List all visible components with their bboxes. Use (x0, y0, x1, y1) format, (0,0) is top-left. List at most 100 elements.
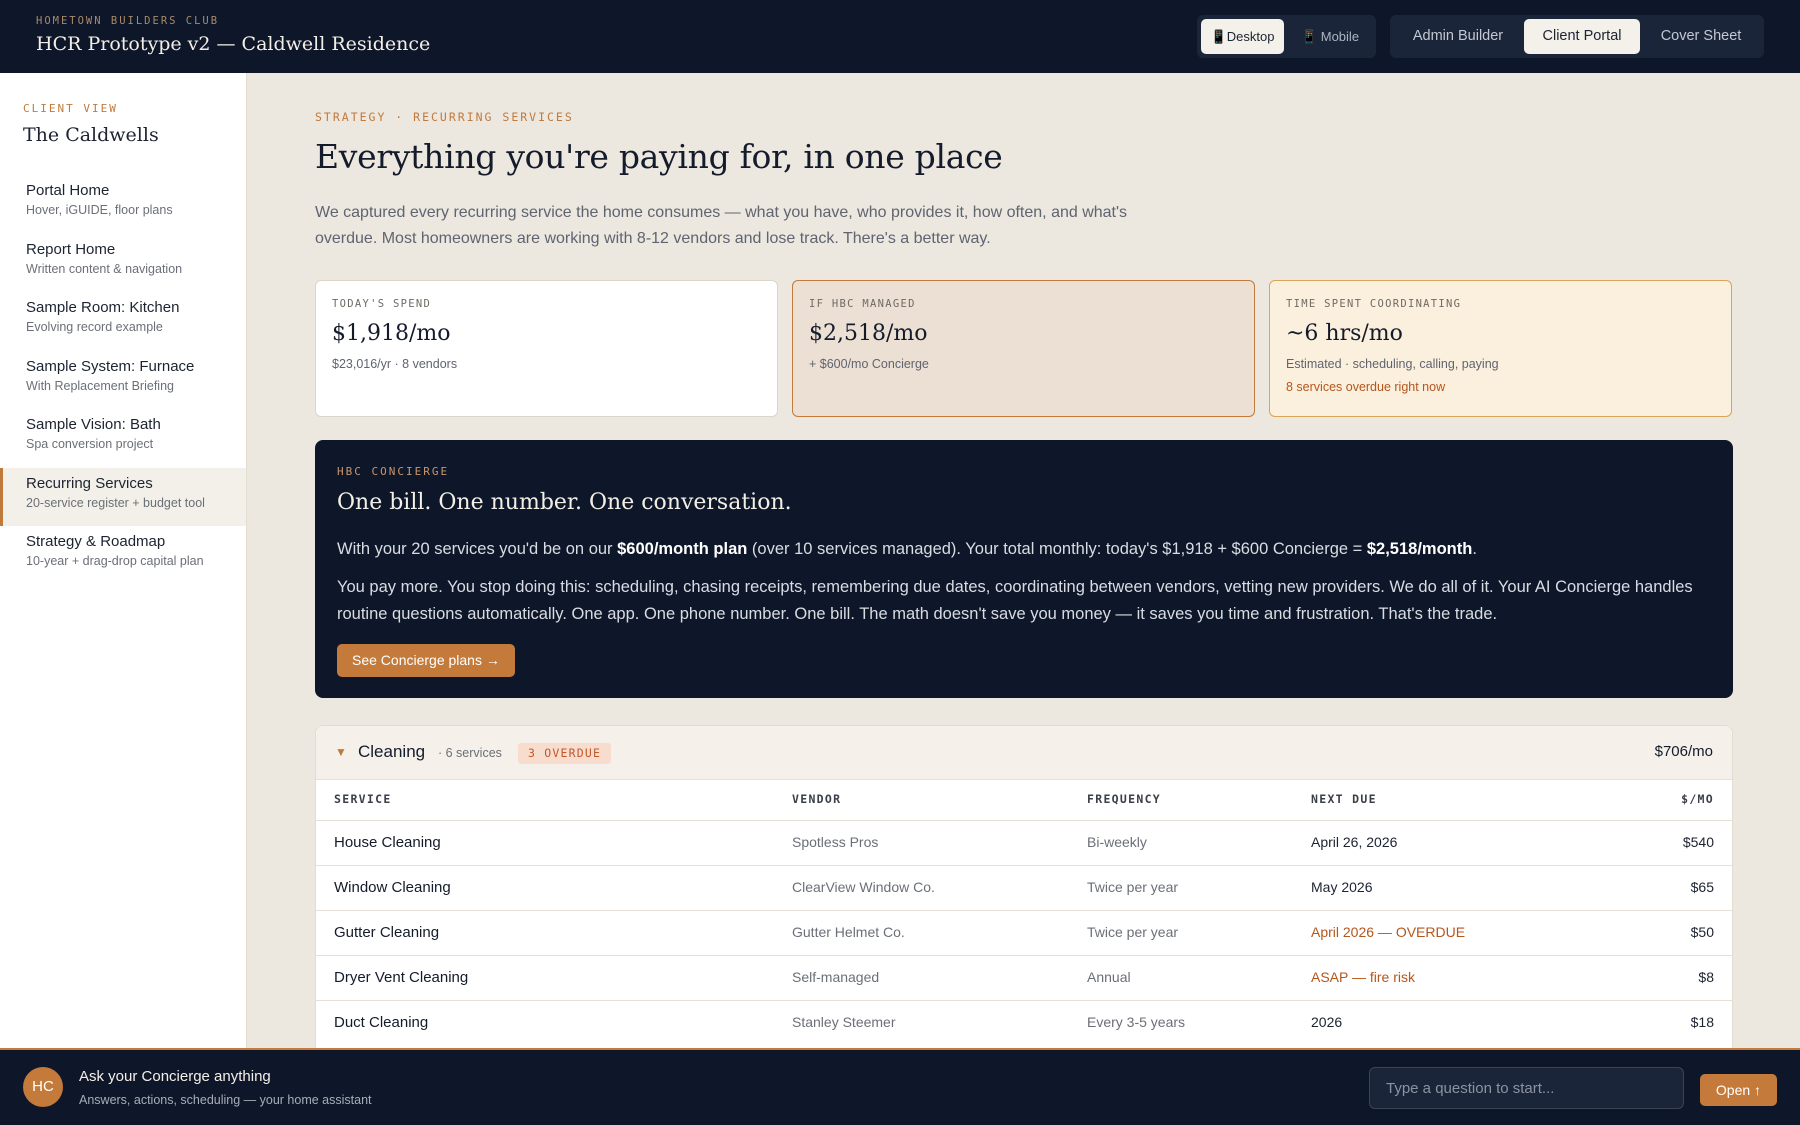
concierge-bar-title: Ask your Concierge anything (79, 1068, 271, 1085)
plan-price: $600/month plan (617, 540, 748, 558)
plan-total: $2,518/month (1366, 540, 1473, 558)
brand-kicker: HOMETOWN BUILDERS CLUB (36, 15, 220, 27)
monthly-cost: $50 (1690, 924, 1714, 940)
service-name: Window Cleaning (334, 879, 451, 896)
sidebar: CLIENT VIEW The Caldwells Portal Home Ho… (0, 73, 247, 1048)
plan-text-e: . (1472, 540, 1477, 558)
sidebar-item-sub: 10-year + drag-drop capital plan (26, 554, 204, 568)
device-toggle: 📱Desktop 📱 Mobile (1197, 15, 1376, 58)
sidebar-item-label: Recurring Services (26, 474, 153, 492)
overdue-alert: 8 services overdue right now (1286, 380, 1446, 394)
column-header-next-due: NEXT DUE (1311, 792, 1377, 806)
category-name: Cleaning (358, 742, 426, 761)
concierge-panel: HBC CONCIERGE One bill. One number. One … (315, 440, 1733, 698)
open-concierge-button[interactable]: Open ↑ (1700, 1074, 1777, 1106)
concierge-question-input[interactable] (1369, 1067, 1684, 1109)
sidebar-item-label: Strategy & Roadmap (26, 533, 166, 550)
concierge-title: One bill. One number. One conversation. (337, 490, 792, 515)
sidebar-item-recurring-services[interactable]: Recurring Services 20-service register +… (0, 467, 246, 526)
concierge-bar: HC Ask your Concierge anything Answers, … (0, 1048, 1800, 1125)
card-value: $1,918/mo (332, 321, 451, 346)
card-kicker: IF HBC MANAGED (809, 298, 916, 310)
column-header-service: SERVICE (334, 792, 392, 806)
vendor-name: Gutter Helmet Co. (792, 924, 905, 940)
tab-admin-builder[interactable]: Admin Builder (1394, 19, 1522, 54)
sidebar-item-sub: Hover, iGUIDE, floor plans (26, 203, 173, 217)
frequency: Twice per year (1087, 924, 1179, 940)
category-total: $706/mo (1654, 743, 1713, 760)
vendor-name: Stanley Steemer (792, 1014, 896, 1030)
table-row[interactable]: Dryer Vent Cleaning Self-managed Annual … (316, 955, 1732, 1000)
sidebar-item-report-home[interactable]: Report Home Written content & navigation (0, 234, 246, 293)
see-concierge-plans-button[interactable]: See Concierge plans → (337, 644, 515, 677)
card-value: $2,518/mo (809, 321, 928, 346)
table-row[interactable]: Gutter Cleaning Gutter Helmet Co. Twice … (316, 910, 1732, 955)
service-name: Dryer Vent Cleaning (334, 969, 469, 986)
service-name: Gutter Cleaning (334, 924, 440, 941)
desktop-view-button[interactable]: 📱Desktop (1201, 19, 1284, 54)
client-name: The Caldwells (23, 124, 159, 146)
monthly-cost: $8 (1698, 969, 1714, 985)
sidebar-item-sample-vision-bath[interactable]: Sample Vision: Bath Spa conversion proje… (0, 409, 246, 468)
frequency: Annual (1087, 969, 1131, 985)
service-name: House Cleaning (334, 834, 441, 851)
monthly-cost: $18 (1690, 1014, 1714, 1030)
vendor-name: Spotless Pros (792, 834, 879, 850)
sidebar-item-sample-room-kitchen[interactable]: Sample Room: Kitchen Evolving record exa… (0, 292, 246, 351)
sidebar-kicker: CLIENT VIEW (23, 102, 118, 115)
sidebar-item-sub: With Replacement Briefing (26, 378, 174, 393)
concierge-kicker: HBC CONCIERGE (337, 465, 450, 478)
column-header-cost: $/MO (1681, 792, 1714, 806)
category-count: · 6 services (438, 746, 502, 760)
sidebar-item-strategy-roadmap[interactable]: Strategy & Roadmap 10-year + drag-drop c… (0, 526, 246, 585)
sidebar-item-label: Portal Home (26, 182, 110, 199)
sidebar-item-portal-home[interactable]: Portal Home Hover, iGUIDE, floor plans (0, 175, 246, 234)
service-name: Duct Cleaning (334, 1014, 429, 1031)
plan-text-a: With your 20 services you'd be on our (337, 540, 618, 558)
plan-text-c: (over 10 services managed). Your total m… (747, 540, 1367, 558)
mobile-view-button[interactable]: 📱 Mobile (1288, 19, 1372, 54)
category-header-cleaning[interactable]: ▼ Cleaning · 6 services 3 OVERDUE $706/m… (316, 726, 1732, 780)
next-due-overdue: ASAP — fire risk (1311, 969, 1415, 985)
overdue-badge: 3 OVERDUE (518, 743, 612, 764)
sidebar-item-sub: Written content & navigation (26, 261, 183, 276)
sidebar-item-label: Report Home (26, 240, 116, 258)
view-toggle: Admin Builder Client Portal Cover Sheet (1390, 15, 1764, 58)
monthly-cost: $540 (1682, 834, 1714, 850)
sidebar-nav: Portal Home Hover, iGUIDE, floor plans R… (0, 175, 246, 585)
card-sub: Estimated · scheduling, calling, paying (1286, 357, 1499, 371)
sidebar-item-sub: Evolving record example (26, 320, 163, 334)
table-row[interactable]: Window Cleaning ClearView Window Co. Twi… (316, 865, 1732, 910)
section-kicker: STRATEGY · RECURRING SERVICES (315, 110, 574, 124)
todays-spend-card: TODAY'S SPEND $1,918/mo $23,016/yr · 8 v… (315, 280, 778, 417)
next-due: May 2026 (1311, 879, 1373, 895)
sidebar-item-label: Sample Room: Kitchen (26, 299, 180, 316)
tab-client-portal[interactable]: Client Portal (1524, 19, 1640, 54)
card-sub: $23,016/yr · 8 vendors (332, 357, 458, 371)
sidebar-item-sample-system-furnace[interactable]: Sample System: Furnace With Replacement … (0, 351, 246, 410)
app-title: HCR Prototype v2 — Caldwell Residence (36, 33, 431, 55)
frequency: Every 3-5 years (1087, 1014, 1186, 1030)
column-header-frequency: FREQUENCY (1087, 792, 1162, 806)
table-row[interactable]: Duct Cleaning Stanley Steemer Every 3-5 … (316, 1000, 1732, 1045)
hbc-managed-card: IF HBC MANAGED $2,518/mo + $600/mo Conci… (792, 280, 1255, 417)
sidebar-item-label: Sample Vision: Bath (26, 416, 161, 433)
next-due: 2026 (1311, 1014, 1343, 1030)
chevron-down-icon: ▼ (335, 745, 347, 759)
sidebar-item-label: Sample System: Furnace (26, 357, 195, 375)
sidebar-item-sub: 20-service register + budget tool (26, 495, 205, 510)
card-kicker: TIME SPENT COORDINATING (1286, 298, 1462, 310)
frequency: Twice per year (1087, 879, 1179, 895)
next-due: April 26, 2026 (1311, 834, 1398, 850)
concierge-bar-subtitle: Answers, actions, scheduling — your home… (79, 1093, 372, 1107)
tab-cover-sheet[interactable]: Cover Sheet (1642, 19, 1760, 54)
vendor-name: Self-managed (792, 969, 880, 985)
concierge-plan-text: With your 20 services you'd be on our $6… (337, 536, 1707, 563)
card-value: ~6 hrs/mo (1286, 321, 1403, 346)
table-row[interactable]: House Cleaning Spotless Pros Bi-weekly A… (316, 820, 1732, 865)
top-bar: HOMETOWN BUILDERS CLUB HCR Prototype v2 … (0, 0, 1800, 73)
monthly-cost: $65 (1690, 879, 1714, 895)
card-kicker: TODAY'S SPEND (332, 298, 432, 310)
time-coordinating-card: TIME SPENT COORDINATING ~6 hrs/mo Estima… (1269, 280, 1732, 417)
card-sub: + $600/mo Concierge (809, 357, 929, 371)
